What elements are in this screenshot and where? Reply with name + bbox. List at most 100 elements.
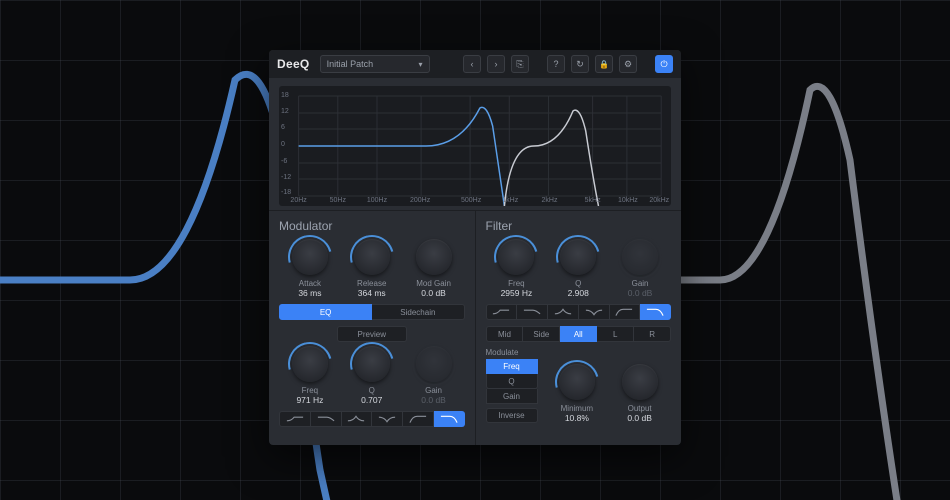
brand-label: DeeQ: [277, 57, 310, 71]
power-button[interactable]: ⏻: [655, 55, 673, 73]
modulator-section: Modulator Attack36 ms Release364 ms Mod …: [269, 211, 475, 445]
output-value: 0.0 dB: [627, 413, 652, 423]
filter-shape-notch-icon[interactable]: [579, 304, 610, 320]
shape-highshelf-icon[interactable]: [311, 411, 342, 427]
modgain-knob[interactable]: [416, 239, 452, 275]
mod-q-knob[interactable]: [354, 346, 390, 382]
y-tick: 12: [281, 108, 289, 115]
channel-mid[interactable]: Mid: [486, 326, 524, 342]
preset-dropdown[interactable]: Initial Patch ▾: [320, 55, 430, 73]
channel-selector: Mid Side All L R: [486, 326, 672, 342]
help-icon: ?: [553, 59, 558, 69]
help-button[interactable]: ?: [547, 55, 565, 73]
y-tick: -18: [281, 189, 291, 196]
x-tick: 50Hz: [330, 197, 346, 204]
lock-button[interactable]: 🔒: [595, 55, 613, 73]
filter-shape-lowshelf-icon[interactable]: [486, 304, 518, 320]
x-tick: 20kHz: [649, 197, 669, 204]
modulate-header: Modulate: [486, 348, 538, 357]
settings-button[interactable]: ⚙: [619, 55, 637, 73]
sidechain-tab[interactable]: Sidechain: [372, 304, 464, 320]
refresh-icon: ↻: [576, 59, 584, 70]
x-tick: 20Hz: [290, 197, 306, 204]
modulate-q[interactable]: Q: [486, 374, 538, 389]
channel-r[interactable]: R: [634, 326, 671, 342]
chevron-right-icon: ›: [495, 59, 498, 69]
y-tick: -6: [281, 158, 287, 165]
filter-section: Filter Freq2959 Hz Q2.908 Gain0.0 dB Mid…: [475, 211, 682, 445]
release-label: Release: [357, 279, 386, 288]
filter-q-value: 2.908: [568, 288, 589, 298]
mod-filter-shapes: [279, 411, 465, 427]
minimum-knob[interactable]: [559, 364, 595, 400]
x-tick: 1kHz: [502, 197, 518, 204]
output-knob[interactable]: [622, 364, 658, 400]
attack-knob[interactable]: [292, 239, 328, 275]
release-value: 364 ms: [358, 288, 386, 298]
modgain-label: Mod Gain: [416, 279, 451, 288]
channel-side[interactable]: Side: [523, 326, 560, 342]
prev-preset-button[interactable]: ‹: [463, 55, 481, 73]
mod-q-value: 0.707: [361, 395, 382, 405]
channel-all[interactable]: All: [560, 326, 597, 342]
shape-highpass-icon[interactable]: [403, 411, 434, 427]
mod-freq-label: Freq: [302, 386, 318, 395]
mod-gain-knob[interactable]: [416, 346, 452, 382]
filter-q-label: Q: [575, 279, 581, 288]
shape-lowshelf-icon[interactable]: [279, 411, 311, 427]
modulate-gain[interactable]: Gain: [486, 389, 538, 404]
eq-graph[interactable]: 18 12 6 0 -6 -12 -18 20Hz 50Hz 100Hz 200…: [279, 86, 671, 206]
filter-freq-label: Freq: [508, 279, 524, 288]
filter-gain-label: Gain: [632, 279, 649, 288]
chevron-left-icon: ‹: [471, 59, 474, 69]
x-tick: 100Hz: [367, 197, 387, 204]
filter-q-knob[interactable]: [560, 239, 596, 275]
modgain-value: 0.0 dB: [421, 288, 446, 298]
refresh-button[interactable]: ↻: [571, 55, 589, 73]
x-tick: 10kHz: [618, 197, 638, 204]
y-tick: 18: [281, 92, 289, 99]
chevron-down-icon: ▾: [419, 60, 423, 69]
filter-shape-bell-icon[interactable]: [548, 304, 579, 320]
channel-l[interactable]: L: [597, 326, 634, 342]
lock-icon: 🔒: [599, 60, 609, 69]
shape-notch-icon[interactable]: [372, 411, 403, 427]
modulate-freq[interactable]: Freq: [486, 359, 538, 374]
x-tick: 200Hz: [410, 197, 430, 204]
filter-shapes: [486, 304, 672, 320]
mod-q-label: Q: [369, 386, 375, 395]
modulate-list: Modulate Freq Q Gain Inverse: [486, 348, 538, 423]
minimum-value: 10.8%: [565, 413, 589, 423]
save-button[interactable]: ⎘: [511, 55, 529, 73]
eq-tab[interactable]: EQ: [279, 304, 372, 320]
filter-shape-highpass-icon[interactable]: [610, 304, 641, 320]
mod-freq-value: 971 Hz: [296, 395, 323, 405]
next-preset-button[interactable]: ›: [487, 55, 505, 73]
preview-button[interactable]: Preview: [337, 326, 407, 342]
minimum-label: Minimum: [561, 404, 593, 413]
gear-icon: ⚙: [624, 59, 632, 70]
power-icon: ⏻: [660, 59, 667, 70]
inverse-button[interactable]: Inverse: [486, 408, 538, 423]
filter-freq-knob[interactable]: [498, 239, 534, 275]
modulator-title: Modulator: [279, 219, 465, 233]
filter-gain-knob[interactable]: [622, 239, 658, 275]
attack-value: 36 ms: [298, 288, 321, 298]
x-tick: 5kHz: [585, 197, 601, 204]
shape-lowpass-icon[interactable]: [434, 411, 465, 427]
filter-freq-value: 2959 Hz: [501, 288, 533, 298]
y-tick: 6: [281, 124, 285, 131]
shape-bell-icon[interactable]: [342, 411, 373, 427]
output-label: Output: [628, 404, 652, 413]
mod-freq-knob[interactable]: [292, 346, 328, 382]
release-knob[interactable]: [354, 239, 390, 275]
y-tick: 0: [281, 141, 285, 148]
eq-sidechain-toggle: EQ Sidechain: [279, 304, 465, 320]
y-tick: -12: [281, 174, 291, 181]
x-tick: 500Hz: [461, 197, 481, 204]
plugin-window: DeeQ Initial Patch ▾ ‹ › ⎘ ? ↻ 🔒 ⚙ ⏻ 18: [269, 50, 681, 445]
filter-shape-lowpass-icon[interactable]: [640, 304, 671, 320]
x-tick: 2kHz: [541, 197, 557, 204]
preset-name: Initial Patch: [327, 59, 374, 69]
filter-shape-highshelf-icon[interactable]: [517, 304, 548, 320]
